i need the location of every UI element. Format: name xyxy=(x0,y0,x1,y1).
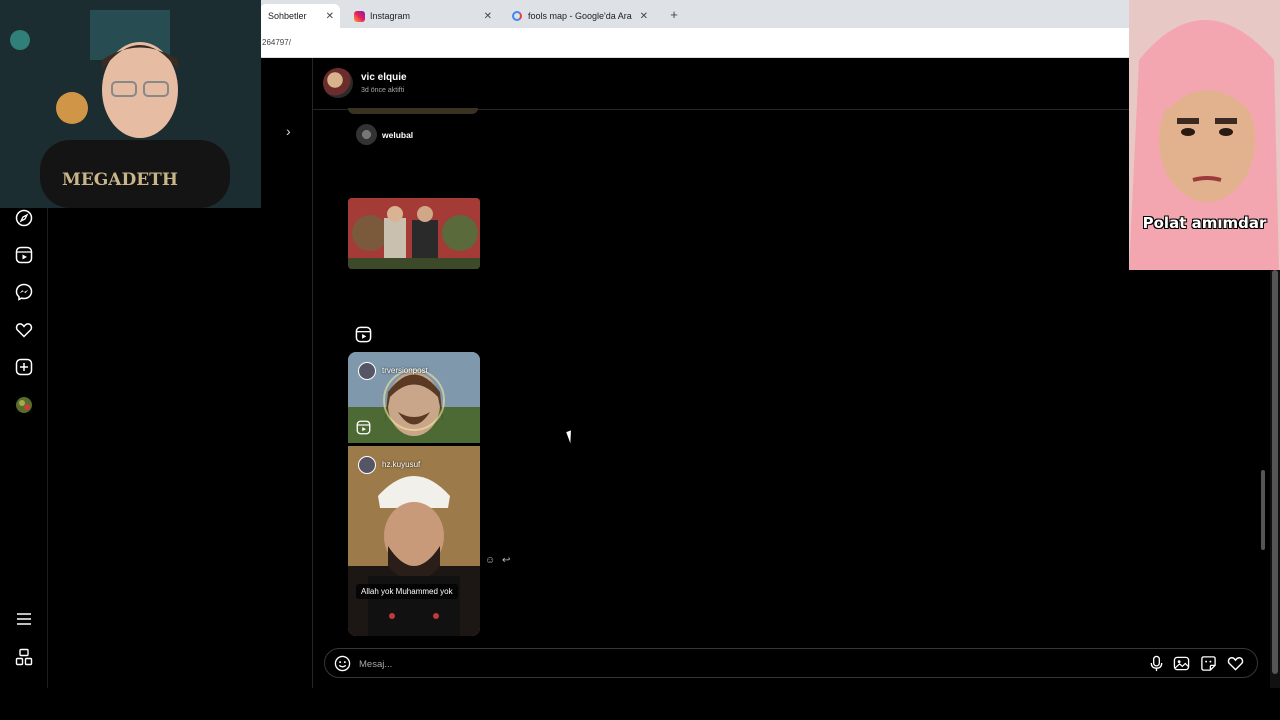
close-icon[interactable]: ✕ xyxy=(484,11,492,22)
instagram-nav-rail xyxy=(0,208,48,688)
chevron-right-icon[interactable]: › xyxy=(286,123,291,139)
mouse-cursor xyxy=(566,428,580,444)
sticker-icon[interactable] xyxy=(1200,655,1217,672)
chat-avatar[interactable] xyxy=(323,68,353,98)
browser-tab-bar: Sohbetler ✕ Instagram ✕ fools map - Goog… xyxy=(260,0,1130,28)
emoji-react-icon[interactable]: ☺ xyxy=(485,555,495,566)
sender-avatar[interactable] xyxy=(356,124,377,145)
heart-icon[interactable] xyxy=(1227,655,1244,672)
reels-icon[interactable] xyxy=(15,246,33,264)
reel-author-name[interactable]: trversionpost xyxy=(382,366,428,375)
reel-author-avatar xyxy=(358,456,376,474)
chat-active-status: 3d önce aktifti xyxy=(361,87,405,94)
tab-label: Instagram xyxy=(370,11,411,21)
reel-author-name[interactable]: hz.kuyusuf xyxy=(382,460,420,469)
image-icon[interactable] xyxy=(1173,655,1190,672)
reels-icon xyxy=(355,326,372,343)
message-actions: ☺ ↩ xyxy=(485,555,510,566)
reels-icon xyxy=(356,420,371,435)
message-input[interactable] xyxy=(359,655,1119,673)
profile-avatar[interactable] xyxy=(15,396,33,414)
page-scroll-thumb[interactable] xyxy=(1272,270,1278,674)
media-image xyxy=(348,198,480,269)
reel-caption: Allah yok Muhammed yok xyxy=(356,584,458,599)
google-favicon-icon xyxy=(512,11,522,21)
message-composer xyxy=(324,648,1258,678)
shared-media-thumbnail[interactable] xyxy=(348,198,480,269)
new-tab-button[interactable]: + xyxy=(664,4,684,24)
tab-label: fools map - Google'da Ara xyxy=(528,11,632,21)
chat-scroll-thumb[interactable] xyxy=(1261,470,1265,550)
url-text: 264797/ xyxy=(262,38,291,47)
microphone-icon[interactable] xyxy=(1148,655,1165,672)
reply-icon[interactable]: ↩ xyxy=(502,555,510,566)
sender-name[interactable]: welubal xyxy=(382,130,413,140)
close-icon[interactable]: ✕ xyxy=(326,11,334,22)
reel-thumbnail-image xyxy=(348,446,480,636)
close-icon[interactable]: ✕ xyxy=(640,11,648,22)
instagram-favicon-icon xyxy=(354,10,365,22)
tab-google-search[interactable]: fools map - Google'da Ara ✕ xyxy=(504,4,654,28)
chat-scrollbar[interactable] xyxy=(1258,270,1268,640)
tab-instagram[interactable]: Instagram ✕ xyxy=(346,4,498,28)
chat-contact-name[interactable]: vic elquie xyxy=(361,72,407,83)
shared-reel-card[interactable]: hz.kuyusuf Allah yok Muhammed yok xyxy=(348,446,480,636)
meme-caption: Polat amımdar xyxy=(1142,214,1267,232)
previous-media-edge[interactable] xyxy=(348,108,478,114)
tab-label: Sohbetler xyxy=(268,11,307,21)
create-icon[interactable] xyxy=(15,358,33,376)
explore-icon[interactable] xyxy=(15,209,33,227)
chat-header: vic elquie 3d önce aktifti xyxy=(313,58,1129,110)
tab-sohbetler[interactable]: Sohbetler ✕ xyxy=(260,4,340,28)
inbox-panel: › xyxy=(48,58,313,688)
reel-author-avatar xyxy=(358,362,376,380)
webcam-overlay-right: Polat amımdar xyxy=(1129,0,1280,270)
messenger-icon[interactable] xyxy=(15,283,33,301)
shared-reel-card[interactable]: trversionpost xyxy=(348,352,480,443)
address-bar[interactable]: 264797/ xyxy=(260,28,1130,58)
emoji-icon[interactable] xyxy=(334,655,351,672)
heart-icon[interactable] xyxy=(15,321,33,339)
page-scrollbar[interactable] xyxy=(1270,270,1280,688)
threads-icon[interactable] xyxy=(15,648,33,666)
menu-icon[interactable] xyxy=(15,610,33,628)
